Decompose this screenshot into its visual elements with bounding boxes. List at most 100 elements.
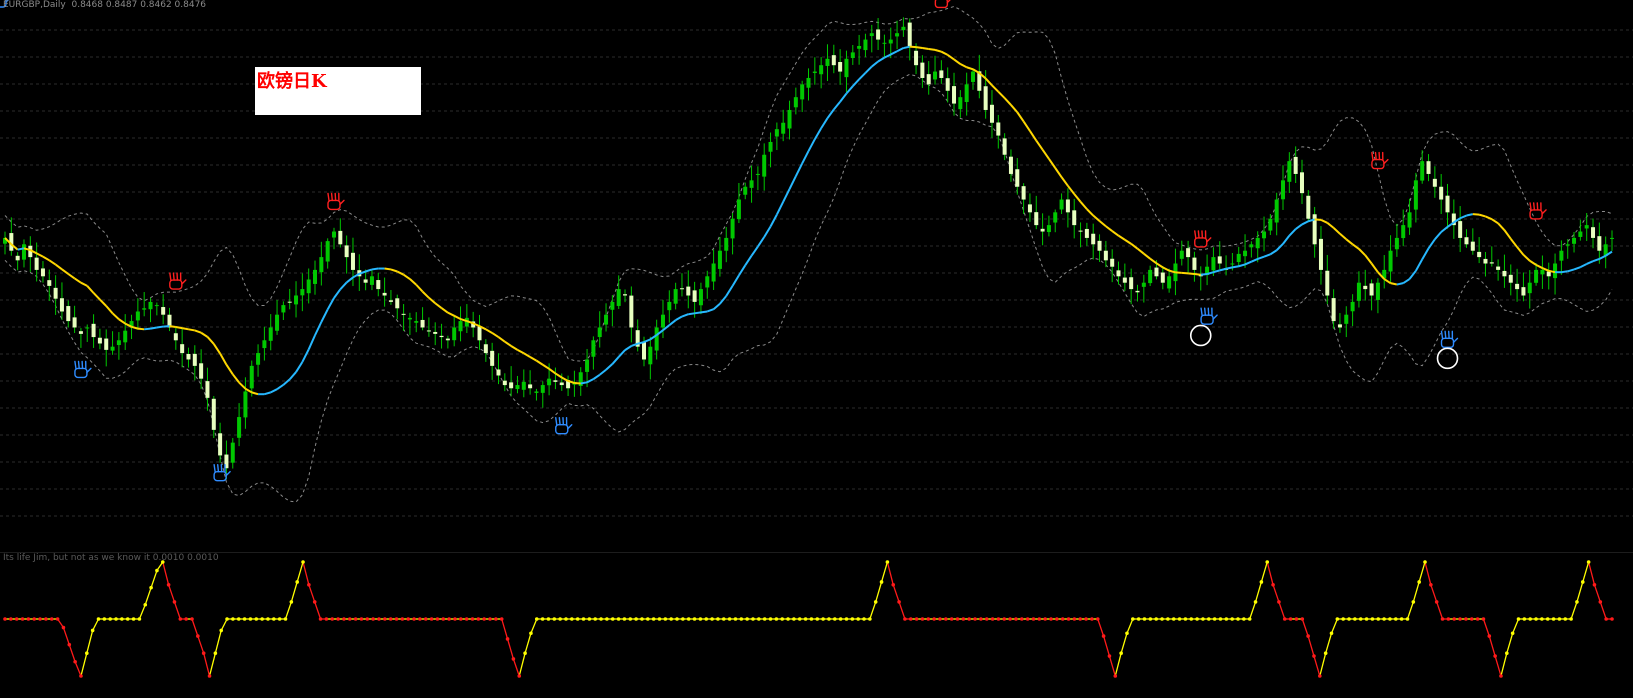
blue-hand-icon	[74, 360, 92, 379]
moving-average-segment	[694, 311, 702, 315]
moving-average-segment	[1288, 228, 1297, 237]
oscillator-dot	[675, 617, 679, 621]
candle-body	[996, 122, 1001, 136]
hand-palm	[213, 470, 227, 482]
candle-body	[1420, 161, 1425, 181]
moving-average-segment	[1414, 258, 1424, 272]
candle-body	[667, 301, 672, 311]
candle-body	[945, 78, 950, 91]
moving-average-segment	[554, 372, 563, 379]
moving-average-segment	[396, 270, 405, 276]
candle-body	[483, 344, 488, 354]
hand-finger	[1440, 330, 1444, 340]
moving-average-segment	[491, 332, 500, 338]
candle-body	[211, 398, 216, 430]
oscillator-segment	[1301, 618, 1309, 637]
oscillator-dot	[803, 617, 808, 621]
oscillator-dot	[1282, 617, 1287, 621]
candle-body	[180, 344, 185, 354]
candle-body	[806, 77, 811, 88]
oscillator-dot	[1452, 617, 1457, 621]
oscillator-dot	[1148, 617, 1153, 621]
oscillator-dot	[3, 617, 7, 621]
oscillator-dot	[44, 617, 48, 621]
oscillator-dot	[1288, 617, 1293, 621]
hand-palm	[555, 424, 569, 435]
oscillator-dot	[1224, 617, 1229, 621]
oscillator-dot	[131, 617, 136, 621]
moving-average-segment	[922, 47, 929, 50]
oscillator-dot	[1364, 617, 1369, 621]
candle-body	[1167, 276, 1172, 289]
candle-body	[1148, 269, 1153, 284]
red-hand-icon	[1194, 230, 1212, 248]
moving-average-segment	[529, 356, 537, 362]
price-chart[interactable]	[0, 0, 1633, 552]
oscillator-dot	[1019, 617, 1024, 621]
candle-body	[521, 381, 526, 390]
candle-body	[749, 180, 754, 188]
moving-average-segment	[440, 307, 449, 314]
oscillator-dot	[1592, 583, 1597, 587]
moving-average-segment	[1275, 243, 1284, 251]
oscillator-dot	[1411, 600, 1416, 604]
oscillator-segment	[1319, 653, 1327, 677]
moving-average-segment	[1155, 262, 1164, 269]
candle-body	[604, 314, 609, 325]
candle-body	[1350, 301, 1355, 312]
moving-average-segment	[1232, 265, 1239, 269]
oscillator-segment	[1500, 653, 1508, 677]
hand-finger	[555, 417, 558, 426]
moving-average-segment	[80, 281, 88, 287]
candle-body	[1097, 240, 1102, 251]
candle-body	[1464, 237, 1469, 245]
oscillator-segment	[308, 584, 316, 603]
oscillator-chart[interactable]	[0, 552, 1633, 698]
oscillator-dot	[523, 651, 527, 655]
main-chart-header: EURGBP,Daily 0.8468 0.8487 0.8462 0.8476	[3, 0, 206, 10]
moving-average-segment	[871, 60, 879, 68]
moving-average-segment	[890, 50, 898, 56]
moving-average-segment	[1427, 238, 1436, 249]
oscillator-segment	[1576, 581, 1584, 603]
oscillator-dot	[1399, 617, 1404, 621]
candle-body	[1508, 274, 1513, 283]
candle-body	[654, 327, 659, 351]
oscillator-dot	[459, 617, 463, 621]
moving-average-segment	[415, 284, 424, 293]
candle-body	[800, 84, 805, 100]
moving-average-segment	[807, 138, 816, 152]
moving-average-segment	[903, 45, 910, 50]
oscillator-dot	[529, 631, 533, 636]
oscillator-dot	[1551, 617, 1556, 621]
oscillator-segment	[191, 618, 199, 637]
candle-body	[591, 340, 596, 357]
moving-average-segment	[1592, 257, 1600, 263]
moving-average-segment	[1079, 201, 1088, 210]
candle-body	[331, 231, 336, 238]
moving-average-segment	[497, 336, 506, 343]
oscillator-dot	[1101, 634, 1106, 638]
candle-body	[1274, 199, 1279, 223]
oscillator-segment	[875, 581, 883, 603]
candle-body	[1255, 237, 1260, 249]
hand-palm	[1200, 314, 1214, 325]
moving-average-segment	[516, 348, 525, 355]
moving-average-segment	[131, 325, 139, 330]
candle-body	[1281, 180, 1286, 200]
candle-body	[1413, 180, 1418, 210]
candle-body	[66, 306, 71, 322]
moving-average-segment	[1561, 270, 1568, 274]
hand-finger	[172, 272, 175, 281]
oscillator-dot	[1557, 617, 1562, 621]
oscillator-dot	[336, 617, 340, 621]
moving-average-segment	[1111, 230, 1120, 237]
oscillator-segment	[1249, 601, 1257, 620]
note-label-box: 欧镑日K	[255, 67, 421, 115]
oscillator-dot	[1113, 674, 1118, 678]
oscillator-dot	[1318, 674, 1322, 678]
moving-average-segment	[896, 47, 904, 53]
candle-body	[616, 289, 621, 306]
hand-palm	[74, 367, 88, 379]
candle-body	[895, 33, 900, 37]
